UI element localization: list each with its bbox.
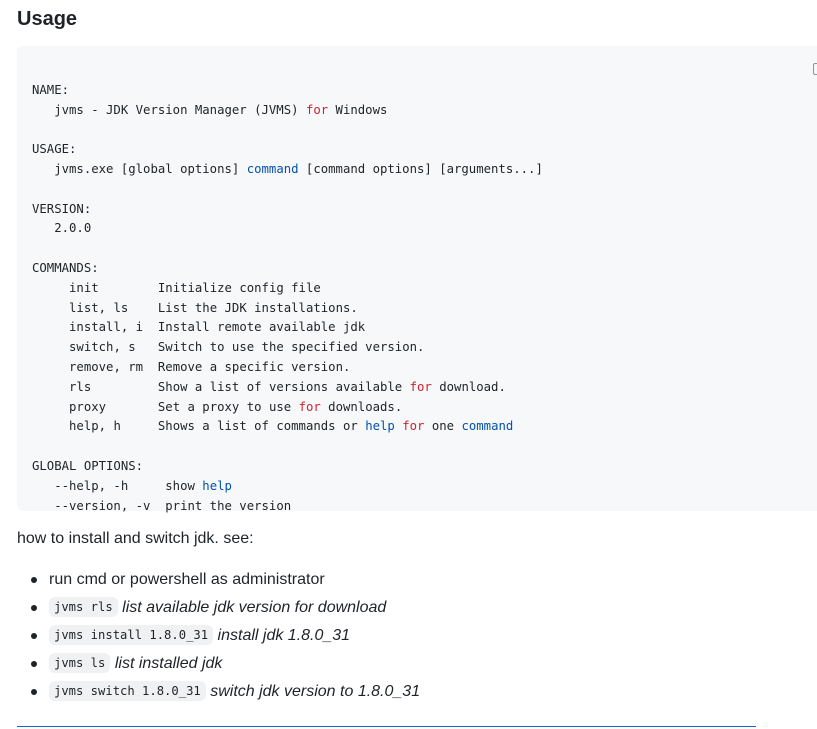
code-usage-header: USAGE:: [32, 142, 77, 157]
command-name: help, h: [69, 419, 121, 434]
readme-page: Usage NAME: jvms - JDK Version Manager (…: [0, 0, 817, 729]
code-name-line: jvms - JDK Version Manager (JVMS) for Wi…: [32, 102, 388, 117]
command-desc: Install remote available jdk: [157, 320, 366, 335]
command-name: switch, s: [69, 340, 136, 355]
keyword-for: for: [305, 102, 329, 117]
inline-code: jvms ls: [49, 653, 111, 673]
command-name: init: [69, 280, 99, 295]
command-row-remove: remove, rm Remove a specific version.: [32, 358, 543, 378]
command-row-rls: rls Show a list of versions available fo…: [69, 379, 506, 394]
instructions-list: run cmd or powershell as administrator j…: [17, 566, 797, 706]
inline-code: jvms install 1.8.0_31: [49, 625, 214, 645]
bullet-icon: [31, 605, 37, 611]
code-usage-line: jvms.exe [global options] command [comma…: [32, 161, 543, 176]
list-item-desc: list available jdk version for download: [122, 599, 387, 616]
usage-heading: Usage: [17, 8, 78, 30]
code-version-header: VERSION:: [32, 201, 92, 216]
command-name: install, i: [69, 320, 144, 335]
command-desc: Switch to use the specified version.: [157, 340, 425, 355]
keyword-for: for: [402, 419, 425, 434]
option-desc: print the version: [165, 498, 292, 513]
section-divider: [17, 726, 756, 727]
command-row-list: list, ls List the JDK installations.: [32, 299, 543, 319]
code-version-value: 2.0.0: [32, 221, 92, 236]
command-name: remove, rm: [69, 359, 144, 374]
bullet-icon: [31, 689, 37, 695]
keyword-command: command: [246, 161, 299, 176]
list-item-text: run cmd or powershell as administrator: [49, 571, 325, 588]
code-blank: [32, 180, 543, 200]
inline-code: jvms switch 1.8.0_31: [49, 681, 206, 701]
command-name: rls: [69, 379, 92, 394]
keyword-for: for: [409, 379, 432, 394]
code-blank: [32, 437, 543, 457]
code-name-header: NAME:: [32, 82, 70, 97]
install-intro-text: how to install and switch jdk. see:: [17, 530, 254, 547]
command-desc: Initialize config file: [157, 280, 321, 295]
list-item: jvms rls list available jdk version for …: [17, 594, 797, 622]
code-commands-header: COMMANDS:: [32, 260, 99, 275]
command-desc: List the JDK installations.: [157, 300, 358, 315]
bullet-icon: [31, 661, 37, 667]
list-item: jvms install 1.8.0_31 install jdk 1.8.0_…: [17, 622, 797, 650]
code-blank: [32, 239, 543, 259]
keyword-for: for: [298, 399, 321, 414]
inline-code: jvms rls: [49, 597, 118, 617]
bullet-icon: [31, 577, 37, 583]
command-row-proxy: proxy Set a proxy to use for downloads.: [69, 399, 403, 414]
copy-icon[interactable]: [813, 63, 817, 75]
option-name: --help, -h: [32, 478, 166, 493]
list-item: jvms ls list installed jdk: [17, 650, 797, 678]
list-item: run cmd or powershell as administrator: [17, 566, 797, 594]
list-item-desc: list installed jdk: [114, 655, 223, 672]
keyword-help: help: [365, 419, 395, 434]
code-blank: [32, 120, 543, 140]
keyword-help: help: [202, 478, 232, 493]
command-name: list, ls: [69, 300, 129, 315]
option-row-help: --help, -h show help: [32, 478, 232, 493]
usage-code-block[interactable]: NAME: jvms - JDK Version Manager (JVMS) …: [17, 46, 817, 513]
list-item-desc: install jdk 1.8.0_31: [217, 627, 351, 644]
command-row-help: help, h Shows a list of commands or help…: [69, 419, 514, 434]
list-item: jvms switch 1.8.0_31 switch jdk version …: [17, 678, 797, 706]
command-name: proxy: [69, 399, 107, 414]
keyword-command: command: [461, 419, 514, 434]
command-row-install: install, i Install remote available jdk: [32, 318, 543, 338]
bullet-icon: [31, 633, 37, 639]
command-row-switch: switch, s Switch to use the specified ve…: [32, 338, 543, 358]
code-content: NAME: jvms - JDK Version Manager (JVMS) …: [32, 61, 543, 556]
option-row-version: --version, -v print the version: [32, 497, 543, 517]
option-name: --version, -v: [32, 498, 166, 513]
code-global-header: GLOBAL OPTIONS:: [32, 458, 144, 473]
command-row-init: init Initialize config file: [32, 279, 543, 299]
list-item-desc: switch jdk version to 1.8.0_31: [210, 683, 421, 700]
command-desc: Remove a specific version.: [157, 359, 351, 374]
